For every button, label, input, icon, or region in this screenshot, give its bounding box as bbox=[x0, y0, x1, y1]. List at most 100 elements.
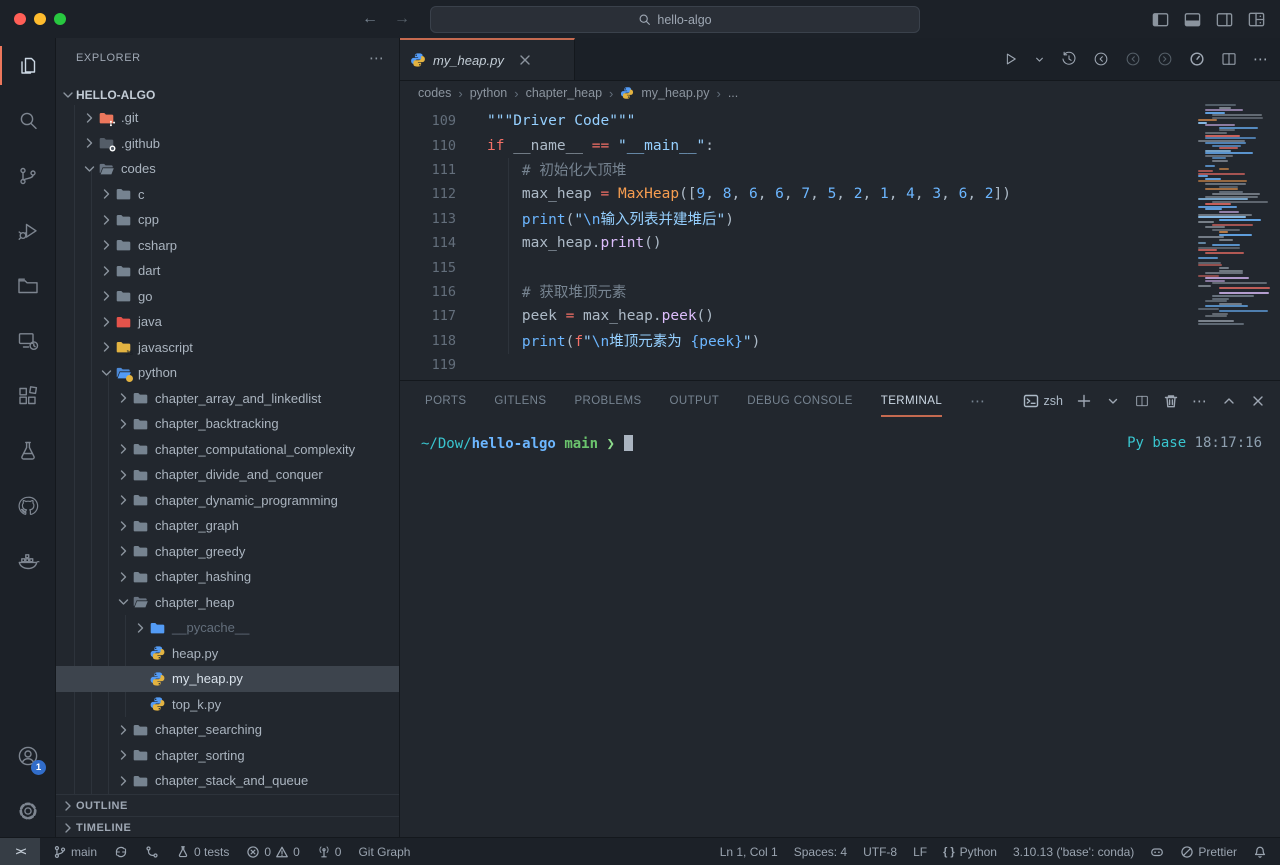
breadcrumb-3[interactable]: chapter_heap bbox=[526, 86, 602, 100]
status-right-lf[interactable]: LF bbox=[913, 845, 927, 859]
maximize-panel-icon[interactable] bbox=[1221, 393, 1237, 409]
tree-item-chapter-heap[interactable]: chapter_heap bbox=[56, 590, 399, 616]
tree-item-chapter-stack-and-queue[interactable]: chapter_stack_and_queue bbox=[56, 768, 399, 794]
panel-tab-output[interactable]: OUTPUT bbox=[670, 381, 720, 421]
status-right-python[interactable]: { }Python bbox=[943, 845, 997, 859]
tree-item-chapter-computational-complexity[interactable]: chapter_computational_complexity bbox=[56, 437, 399, 463]
status-right-bell[interactable] bbox=[1253, 845, 1267, 859]
tree-item-chapter-sorting[interactable]: chapter_sorting bbox=[56, 743, 399, 769]
split-editor-icon[interactable] bbox=[1220, 50, 1238, 68]
timeline-section[interactable]: TIMELINE bbox=[56, 816, 399, 838]
tree-item-chapter-backtracking[interactable]: chapter_backtracking bbox=[56, 411, 399, 437]
status-left-0[interactable]: 00 bbox=[246, 845, 299, 859]
tree-item-chapter-hashing[interactable]: chapter_hashing bbox=[56, 564, 399, 590]
status-left-git-graph[interactable]: Git Graph bbox=[358, 845, 410, 859]
tree-item-chapter-dynamic-programming[interactable]: chapter_dynamic_programming bbox=[56, 488, 399, 514]
activity-settings[interactable] bbox=[0, 783, 55, 838]
tree-root-hello-algo[interactable]: HELLO-ALGO bbox=[56, 83, 399, 106]
forward-arrow-icon[interactable]: → bbox=[394, 10, 410, 28]
panel-tab-problems[interactable]: PROBLEMS bbox=[574, 381, 641, 421]
run-dropdown-icon[interactable] bbox=[1033, 53, 1046, 66]
run-button[interactable] bbox=[1001, 50, 1019, 68]
status-left-sync[interactable] bbox=[114, 845, 128, 859]
panel-tab-ports[interactable]: PORTS bbox=[425, 381, 466, 421]
status-left-0-tests[interactable]: 0 tests bbox=[176, 845, 229, 859]
panel-tab-debug-console[interactable]: DEBUG CONSOLE bbox=[747, 381, 853, 421]
tree-item-heap-py[interactable]: heap.py bbox=[56, 641, 399, 667]
kill-terminal-icon[interactable] bbox=[1163, 393, 1179, 409]
tree-item-c[interactable]: c bbox=[56, 182, 399, 208]
history-icon[interactable] bbox=[1060, 50, 1078, 68]
activity-remote-explorer[interactable] bbox=[0, 313, 55, 368]
remote-indicator[interactable]: >< bbox=[0, 838, 40, 865]
activity-docker[interactable] bbox=[0, 533, 55, 588]
terminal-shell-selector[interactable]: zsh bbox=[1023, 393, 1063, 409]
sidebar-more-actions-icon[interactable]: ⋯ bbox=[369, 49, 385, 67]
status-right-prettier[interactable]: Prettier bbox=[1180, 845, 1237, 859]
tree-item-my-heap-py[interactable]: my_heap.py bbox=[56, 666, 399, 692]
tree-item-python[interactable]: python bbox=[56, 360, 399, 386]
tree-item-codes[interactable]: codes bbox=[56, 156, 399, 182]
toggle-primary-sidebar-icon[interactable] bbox=[1151, 10, 1170, 29]
tree-item-chapter-array-and-linkedlist[interactable]: chapter_array_and_linkedlist bbox=[56, 386, 399, 412]
previous-change-icon[interactable] bbox=[1124, 50, 1142, 68]
status-right-spaces-4[interactable]: Spaces: 4 bbox=[794, 845, 847, 859]
status-right-3-10-13-base-conda-[interactable]: 3.10.13 ('base': conda) bbox=[1013, 845, 1134, 859]
tree-item-chapter-searching[interactable]: chapter_searching bbox=[56, 717, 399, 743]
activity-source-control[interactable] bbox=[0, 148, 55, 203]
window-minimize-button[interactable] bbox=[34, 13, 46, 25]
activity-run-debug[interactable] bbox=[0, 203, 55, 258]
tree-item-chapter-divide-and-conquer[interactable]: chapter_divide_and_conquer bbox=[56, 462, 399, 488]
tree-item-java[interactable]: java bbox=[56, 309, 399, 335]
close-panel-icon[interactable] bbox=[1250, 393, 1266, 409]
tree-item-chapter-greedy[interactable]: chapter_greedy bbox=[56, 539, 399, 565]
toggle-panel-icon[interactable] bbox=[1183, 10, 1202, 29]
command-center-search[interactable]: hello-algo bbox=[430, 6, 920, 33]
tab-my-heap-py[interactable]: my_heap.py bbox=[400, 38, 575, 80]
breadcrumb-1[interactable]: codes bbox=[418, 86, 451, 100]
status-right-utf-8[interactable]: UTF-8 bbox=[863, 845, 897, 859]
tree-item-chapter-graph[interactable]: chapter_graph bbox=[56, 513, 399, 539]
more-actions-icon[interactable]: ⋯ bbox=[1252, 50, 1270, 68]
back-arrow-icon[interactable]: ← bbox=[362, 10, 378, 28]
activity-accounts[interactable]: 1 bbox=[0, 728, 55, 783]
status-left-0[interactable]: 0 bbox=[317, 845, 342, 859]
outline-section[interactable]: OUTLINE bbox=[56, 794, 399, 817]
tree-item-csharp[interactable]: csharp bbox=[56, 233, 399, 259]
activity-extensions[interactable] bbox=[0, 368, 55, 423]
activity-search[interactable] bbox=[0, 93, 55, 148]
tree-item-javascript[interactable]: JSjavascript bbox=[56, 335, 399, 361]
activity-testing[interactable] bbox=[0, 423, 55, 478]
terminal-more-icon[interactable]: ⋯ bbox=[1192, 393, 1208, 409]
breadcrumb-2[interactable]: python bbox=[470, 86, 508, 100]
breadcrumb-5[interactable]: ... bbox=[728, 86, 738, 100]
panel-more-tabs-icon[interactable]: ⋯ bbox=[970, 381, 986, 421]
status-left-main[interactable]: main bbox=[53, 845, 97, 859]
timer-icon[interactable] bbox=[1188, 50, 1206, 68]
minimap[interactable] bbox=[1196, 104, 1268, 344]
status-left-git-graph[interactable] bbox=[145, 845, 159, 859]
tree-item-go[interactable]: go bbox=[56, 284, 399, 310]
status-right-copilot[interactable] bbox=[1150, 845, 1164, 859]
panel-tab-terminal[interactable]: TERMINAL bbox=[881, 381, 942, 421]
tree-item--pycache-[interactable]: __pycache__ bbox=[56, 615, 399, 641]
window-zoom-button[interactable] bbox=[54, 13, 66, 25]
next-change-icon[interactable] bbox=[1156, 50, 1174, 68]
terminal-dropdown-icon[interactable] bbox=[1105, 393, 1121, 409]
tree-item--git[interactable]: .git bbox=[56, 105, 399, 131]
tab-close-icon[interactable] bbox=[517, 52, 533, 68]
terminal[interactable]: ~/Dow/hello-algo main ❯ Py base 18:17:16 bbox=[400, 421, 1280, 838]
toggle-secondary-sidebar-icon[interactable] bbox=[1215, 10, 1234, 29]
customize-layout-icon[interactable] bbox=[1247, 10, 1266, 29]
status-right-ln-1-col-1[interactable]: Ln 1, Col 1 bbox=[720, 845, 778, 859]
activity-explorer[interactable] bbox=[0, 38, 55, 93]
activity-github[interactable] bbox=[0, 478, 55, 533]
code-editor[interactable]: 109"""Driver Code"""110if __name__ == "_… bbox=[400, 106, 1280, 383]
panel-tab-gitlens[interactable]: GITLENS bbox=[494, 381, 546, 421]
window-close-button[interactable] bbox=[14, 13, 26, 25]
activity-project-folder[interactable] bbox=[0, 258, 55, 313]
tree-item-cpp[interactable]: cpp bbox=[56, 207, 399, 233]
breadcrumb-4[interactable]: my_heap.py bbox=[641, 86, 709, 100]
new-terminal-icon[interactable] bbox=[1076, 393, 1092, 409]
tree-item-dart[interactable]: dart bbox=[56, 258, 399, 284]
